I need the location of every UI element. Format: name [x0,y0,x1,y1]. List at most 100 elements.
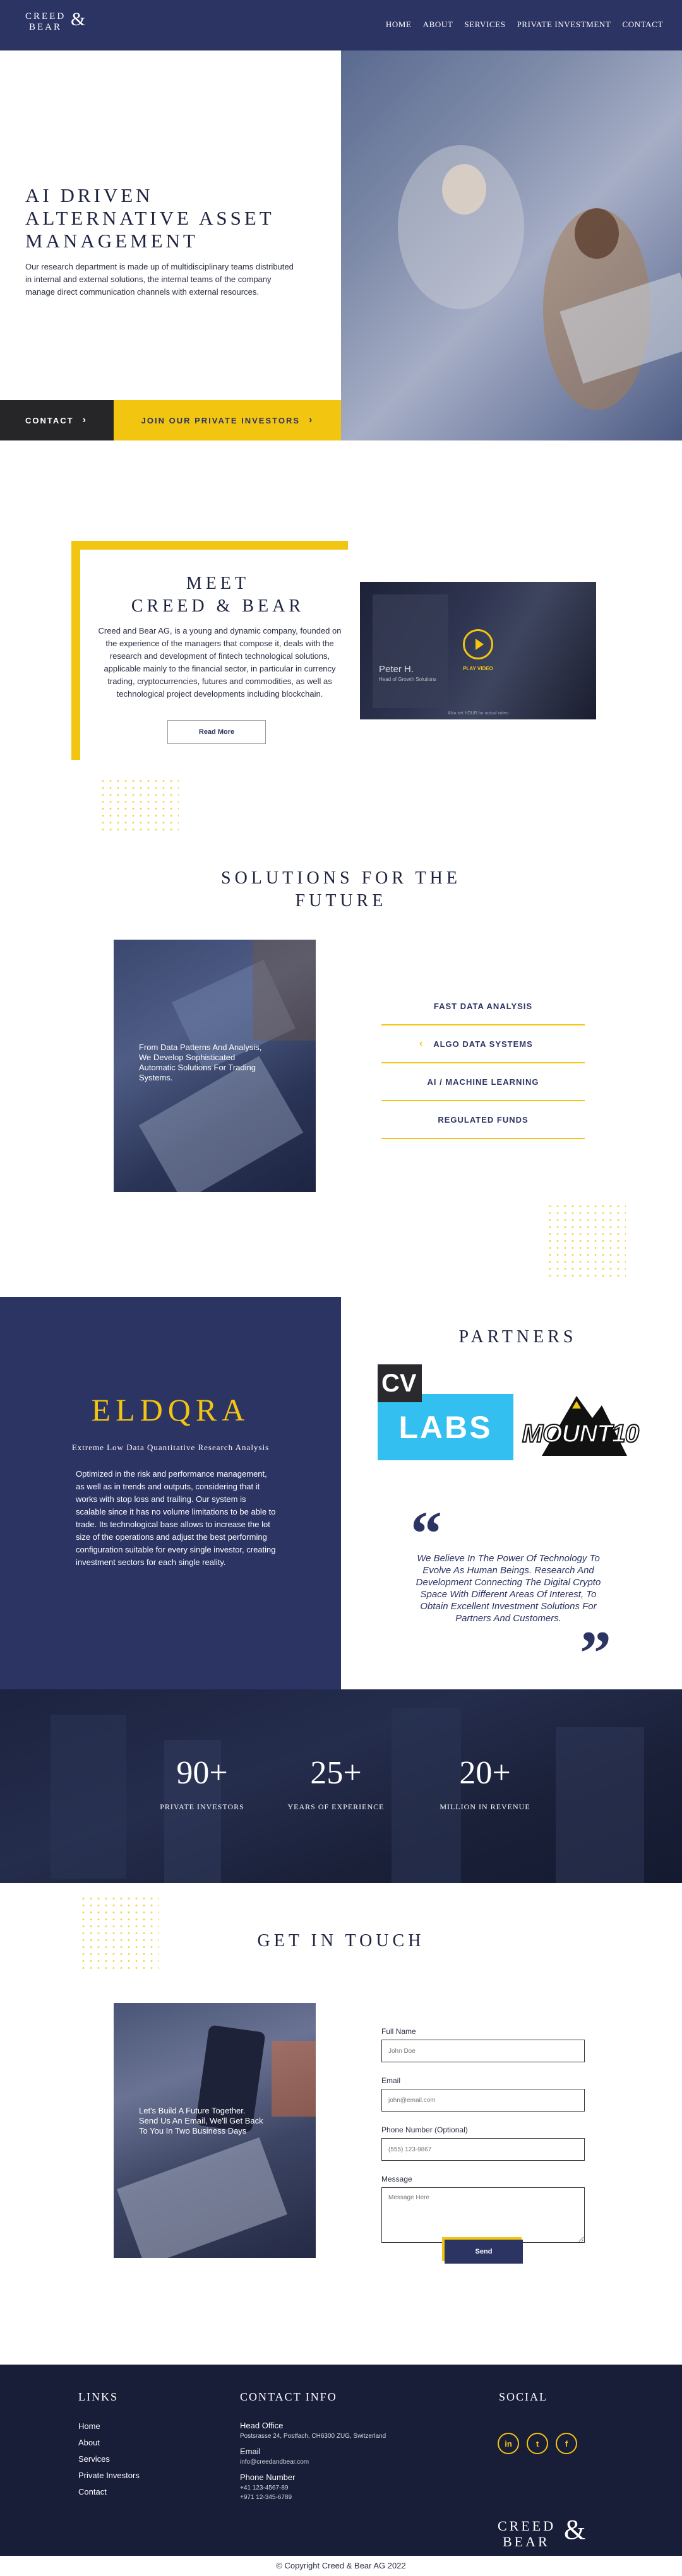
nav-contact[interactable]: CONTACT [622,20,663,30]
contact-button[interactable]: CONTACT › [0,400,114,440]
site-header: CREED BEAR & HOME ABOUT SERVICES PRIVATE… [0,0,682,50]
play-icon[interactable] [463,629,493,659]
logo-ampersand: & [71,9,88,30]
join-investors-button[interactable]: JOIN OUR PRIVATE INVESTORS › [114,400,341,440]
meet-title-line-2: CREED & BEAR [131,596,305,616]
twitter-icon[interactable]: t [527,2433,548,2454]
stat-label: PRIVATE INVESTORS [160,1802,244,1811]
footer-links-title: LINKS [78,2390,118,2403]
footer-links: Home About Services Private Investors Co… [78,2418,140,2500]
footer-social-title: SOCIAL [499,2390,548,2403]
phone-label: Phone Number (Optional) [381,2125,468,2134]
phone-label: Phone Number [240,2473,296,2482]
send-button-wrapper: Send [442,2237,523,2265]
video-frame [373,594,448,708]
stat-value: 25+ [310,1755,362,1791]
solution-item[interactable]: REGULATED FUNDS [381,1101,585,1139]
contact-title: GET IN TOUCH [257,1931,425,1951]
nav-services[interactable]: SERVICES [464,20,505,30]
meet-accent-bar [71,541,80,760]
main-nav: HOME ABOUT SERVICES PRIVATE INVESTMENT C… [386,20,663,30]
solution-item[interactable]: AI / MACHINE LEARNING [381,1063,585,1101]
footer-link-home[interactable]: Home [78,2418,140,2435]
solution-label: REGULATED FUNDS [438,1114,529,1125]
meet-description: Creed and Bear AG, is a young and dynami… [98,626,342,699]
nav-home[interactable]: HOME [386,20,412,30]
site-logo[interactable]: CREED BEAR & [25,10,85,33]
hero-title: AI DRIVEN ALTERNATIVE ASSET MANAGEMENT [25,184,275,252]
footer-contact-title: CONTACT INFO [240,2390,337,2403]
stat-label: MILLION IN REVENUE [440,1802,530,1811]
chevron-right-icon: › [82,415,87,425]
solution-label: ALGO DATA SYSTEMS [433,1039,533,1049]
solutions-photo-caption: From Data Patterns And Analysis, We Deve… [139,1043,262,1082]
full-name-input[interactable] [381,2040,585,2062]
email-label: Email [240,2447,261,2456]
footer-phone-1[interactable]: +41 123-4567-89 [240,2483,386,2493]
footer-link-contact[interactable]: Contact [78,2484,140,2500]
contact-form: Full Name Email Phone Number (Optional) … [381,2027,585,2260]
solution-label: FAST DATA ANALYSIS [433,1001,533,1011]
eldqra-subtitle: Extreme Low Data Quantitative Research A… [71,1443,270,1452]
solutions-list: FAST DATA ANALYSIS ‹ ALGO DATA SYSTEMS A… [381,988,585,1139]
stat-experience: 25+ YEARS OF EXPERIENCE [266,1754,405,1812]
stat-label: YEARS OF EXPERIENCE [287,1802,385,1811]
full-name-label: Full Name [381,2027,416,2036]
email-input[interactable] [381,2089,585,2112]
eldqra-description: Optimized in the risk and performance ma… [76,1469,276,1567]
logo-line-2: BEAR [29,22,63,32]
eldqra-title: ELDQRA [91,1392,250,1427]
stat-value: 90+ [176,1755,228,1791]
facebook-icon[interactable]: f [556,2433,577,2454]
mount10-logo[interactable]: MOUNT10 [517,1390,644,1459]
footer-logo-line-1: CREED [498,2518,556,2534]
footer-email[interactable]: info@creedandbear.com [240,2457,386,2467]
footer-logo-line-2: BEAR [503,2534,550,2549]
chevron-left-icon: ‹ [419,1038,424,1049]
cv-labs-text: LABS [378,1394,513,1460]
copyright-text: © Copyright Creed & Bear AG 2022 [0,2556,682,2576]
hero-photo [341,50,682,440]
send-button[interactable]: Send [445,2240,523,2264]
video-player[interactable]: PLAY VIDEO Peter H. Head of Growth Solut… [360,582,596,719]
footer-link-services[interactable]: Services [78,2451,140,2467]
footer-contact-info: Head Office Postsrasse 24, Postfach, CH6… [240,2420,386,2502]
cv-labs-logo[interactable]: LABS CV [378,1364,513,1460]
join-investors-label: JOIN OUR PRIVATE INVESTORS [141,415,301,425]
logo-line-1: CREED [25,11,66,21]
video-person-name: Peter H. [379,664,414,675]
footer-logo-ampersand: & [564,2514,589,2545]
linkedin-icon[interactable]: in [498,2433,519,2454]
stat-revenue: 20+ MILLION IN REVENUE [416,1754,554,1812]
solution-item-active[interactable]: ‹ ALGO DATA SYSTEMS [381,1025,585,1063]
decorative-dots [99,777,179,833]
quote-close-icon: ” [580,1618,611,1688]
head-office-label: Head Office [240,2421,284,2430]
meet-title-line-1: MEET [186,574,250,593]
decorative-dots [80,1895,159,1971]
video-footer-text: Also set YOUR for actual video [447,711,509,716]
footer-phone-2[interactable]: +971 12-345-6789 [240,2493,386,2502]
mount10-text: MOUNT10 [522,1419,640,1448]
partners-title: PARTNERS [458,1327,577,1347]
stat-investors: 90+ PRIVATE INVESTORS [133,1754,272,1812]
contact-photo-caption: Let's Build A Future Together. Send Us A… [139,2106,263,2136]
meet-title: MEET CREED & BEAR [107,572,328,618]
nav-private-investment[interactable]: PRIVATE INVESTMENT [517,20,611,30]
chevron-right-icon: › [309,415,314,425]
cv-box-text: CV [378,1364,422,1402]
footer-link-private-investors[interactable]: Private Investors [78,2467,140,2484]
read-more-button[interactable]: Read More [167,720,266,744]
hero-description: Our research department is made up of mu… [25,262,294,297]
solution-label: AI / MACHINE LEARNING [427,1077,539,1087]
contact-button-label: CONTACT [25,415,74,425]
decorative-dots [546,1203,626,1279]
footer-link-about[interactable]: About [78,2435,140,2451]
phone-input[interactable] [381,2138,585,2161]
message-input[interactable] [381,2187,585,2243]
footer-logo[interactable]: CREED BEAR & [498,2516,585,2550]
solution-item[interactable]: FAST DATA ANALYSIS [381,988,585,1025]
solutions-title: SOLUTIONS FOR THE FUTURE [221,868,461,911]
nav-about[interactable]: ABOUT [423,20,453,30]
meet-accent-bar [71,541,348,550]
